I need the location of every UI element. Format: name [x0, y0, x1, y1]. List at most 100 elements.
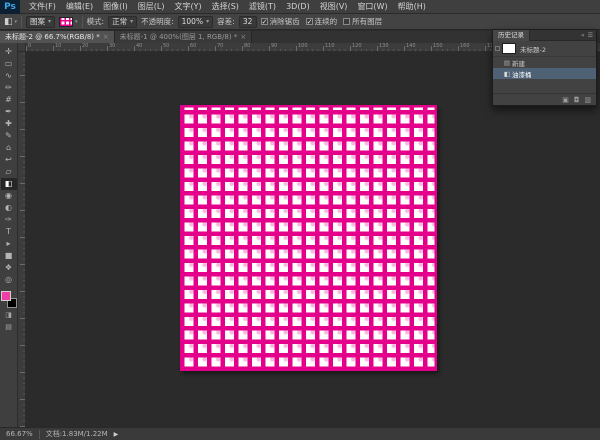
- document-tab-2[interactable]: 未标题-1 @ 400%(图层 1, RGB/8) *×: [115, 31, 253, 43]
- close-tab-icon[interactable]: ×: [103, 31, 109, 43]
- menu-item-3D[interactable]: 3D(D): [281, 0, 315, 14]
- history-state-新建[interactable]: ▤新建: [493, 57, 596, 68]
- menu-item-选择[interactable]: 选择(S): [207, 0, 244, 14]
- menu-item-视图[interactable]: 视图(V): [315, 0, 353, 14]
- new-snapshot-icon[interactable]: ◘: [574, 96, 580, 104]
- zoom-tool[interactable]: ◎: [1, 274, 17, 286]
- foreground-color-swatch[interactable]: [1, 291, 11, 301]
- lasso-tool[interactable]: ∿: [1, 70, 17, 82]
- menu-item-滤镜[interactable]: 滤镜(T): [244, 0, 281, 14]
- history-brush-source-box[interactable]: [493, 46, 502, 51]
- document-canvas[interactable]: [180, 105, 437, 371]
- ruler-label: 20: [82, 43, 88, 49]
- color-swatches: [1, 291, 17, 308]
- screen-mode-button[interactable]: ▤: [1, 322, 17, 332]
- menu-item-编辑[interactable]: 编辑(E): [61, 0, 98, 14]
- chevron-down-icon: ▾: [130, 18, 133, 25]
- snapshot-thumbnail: [502, 43, 516, 54]
- marquee-tool[interactable]: ▭: [1, 58, 17, 70]
- ruler-label: 40: [136, 43, 142, 49]
- history-panel-header: 历史记录 «☰: [493, 30, 596, 41]
- new-document-icon: ▤: [502, 59, 512, 67]
- new-document-from-state-icon[interactable]: ▣: [562, 96, 569, 104]
- pattern-picker[interactable]: ▾: [59, 17, 78, 27]
- document-tab-title: 未标题-1 @ 400%(图层 1, RGB/8) *: [120, 31, 238, 43]
- photoshop-logo: Ps: [0, 0, 20, 14]
- ruler-label: 30: [109, 43, 115, 49]
- snapshot-row[interactable]: 未标题-2: [493, 41, 596, 57]
- chevron-down-icon: ▾: [15, 19, 18, 25]
- paint-bucket-tool[interactable]: ◧: [1, 178, 17, 190]
- eyedropper-tool[interactable]: ✒: [1, 106, 17, 118]
- menu-item-文件[interactable]: 文件(F): [24, 0, 61, 14]
- zoom-level-field[interactable]: 66.67%: [6, 430, 33, 438]
- checkbox-连续的[interactable]: ✓连续的: [306, 16, 338, 27]
- tab-history[interactable]: 历史记录: [493, 30, 530, 41]
- ruler-label: 120: [352, 43, 362, 49]
- document-tab-1[interactable]: 未标题-2 @ 66.7%(RGB/8) *×: [0, 31, 115, 43]
- chevron-down-icon: ▾: [48, 18, 51, 25]
- delete-state-icon[interactable]: ▥: [584, 96, 591, 104]
- move-tool[interactable]: ✛: [1, 46, 17, 58]
- rectangle-tool[interactable]: ■: [1, 250, 17, 262]
- checkbox-box: ✓: [261, 18, 268, 25]
- path-selection-tool[interactable]: ▸: [1, 238, 17, 250]
- menu-item-文字[interactable]: 文字(Y): [169, 0, 206, 14]
- ruler-label: 130: [379, 43, 389, 49]
- options-bar: ◧ ▾ 图案 ▾ ▾ 模式: 正常 ▾ 不透明度: 100% ▾ 容差: 32 …: [0, 14, 600, 30]
- opacity-field[interactable]: 100% ▾: [178, 16, 213, 28]
- paint-bucket-icon: ◧: [4, 17, 13, 27]
- pen-tool[interactable]: ✑: [1, 214, 17, 226]
- eraser-tool[interactable]: ▱: [1, 166, 17, 178]
- status-bar: 66.67% 文档:1.83M/1.22M ▶: [0, 427, 600, 440]
- mode-label: 模式:: [87, 16, 105, 27]
- crop-tool[interactable]: #: [1, 94, 17, 106]
- vertical-ruler: [18, 52, 26, 427]
- checkbox-box: ✓: [306, 18, 313, 25]
- menu-item-图层[interactable]: 图层(L): [133, 0, 170, 14]
- type-tool[interactable]: T: [1, 226, 17, 238]
- ruler-label: 160: [460, 43, 470, 49]
- hand-tool[interactable]: ❖: [1, 262, 17, 274]
- history-panel: 历史记录 «☰ 未标题-2 ▤新建◧油漆桶 ▣◘▥: [492, 29, 597, 106]
- checkbox-消除锯齿[interactable]: ✓消除锯齿: [261, 16, 300, 27]
- checkbox-label: 消除锯齿: [270, 16, 300, 27]
- menu-item-帮助[interactable]: 帮助(H): [393, 0, 431, 14]
- document-size-label: 文档:1.83M/1.22M: [46, 429, 108, 439]
- blur-tool[interactable]: ◉: [1, 190, 17, 202]
- brush-tool[interactable]: ✎: [1, 130, 17, 142]
- menu-item-窗口[interactable]: 窗口(W): [352, 0, 392, 14]
- healing-brush-tool[interactable]: ✚: [1, 118, 17, 130]
- snapshot-name: 未标题-2: [520, 44, 546, 54]
- tools-panel: ✛▭∿✏#✒✚✎⌂↩▱◧◉◐✑T▸■❖◎ ◨ ▤: [0, 43, 18, 427]
- quick-selection-tool[interactable]: ✏: [1, 82, 17, 94]
- dodge-tool[interactable]: ◐: [1, 202, 17, 214]
- fill-source-select[interactable]: 图案 ▾: [26, 16, 55, 28]
- ruler-label: 0: [28, 43, 31, 49]
- collapse-panel-icon[interactable]: «: [581, 32, 585, 39]
- history-brush-tool[interactable]: ↩: [1, 154, 17, 166]
- mode-select[interactable]: 正常 ▾: [108, 16, 137, 28]
- paint-bucket-icon: ◧: [502, 70, 512, 78]
- history-state-label: 新建: [512, 58, 525, 68]
- quick-mask-button[interactable]: ◨: [1, 310, 17, 320]
- tolerance-input[interactable]: 32: [239, 16, 257, 28]
- close-tab-icon[interactable]: ×: [240, 31, 246, 43]
- ruler-label: 50: [163, 43, 169, 49]
- ruler-label: 10: [55, 43, 61, 49]
- tool-preset-picker[interactable]: ◧ ▾: [4, 17, 17, 27]
- menu-item-图像[interactable]: 图像(I): [98, 0, 133, 14]
- checkbox-所有图层[interactable]: 所有图层: [343, 16, 382, 27]
- ruler-label: 80: [244, 43, 250, 49]
- checkbox-label: 所有图层: [352, 16, 382, 27]
- clone-stamp-tool[interactable]: ⌂: [1, 142, 17, 154]
- history-state-油漆桶[interactable]: ◧油漆桶: [493, 68, 596, 79]
- ruler-label: 150: [433, 43, 443, 49]
- panel-menu-icon[interactable]: ☰: [588, 32, 593, 39]
- checkbox-label: 连续的: [315, 16, 338, 27]
- history-state-label: 油漆桶: [512, 69, 532, 79]
- status-flyout-arrow[interactable]: ▶: [114, 431, 119, 438]
- ruler-label: 140: [406, 43, 416, 49]
- ruler-label: 90: [271, 43, 277, 49]
- tolerance-label: 容差:: [217, 16, 235, 27]
